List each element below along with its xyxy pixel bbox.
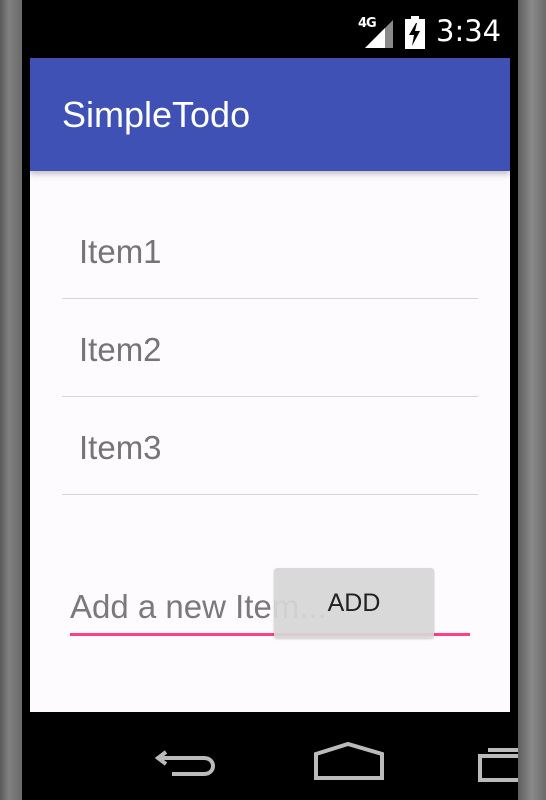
emulator-frame-right — [518, 0, 546, 800]
status-clock: 3:34 — [436, 14, 502, 48]
todo-list: Item1 Item2 Item3 — [62, 201, 478, 495]
status-bar: 4G 3:34 — [22, 0, 518, 58]
phone-screen: 4G 3:34 SimpleTodo Item1 Item2 Item3 Add… — [22, 0, 518, 800]
battery-charging-icon — [405, 16, 425, 49]
home-icon[interactable] — [310, 740, 390, 784]
list-item[interactable]: Item1 — [62, 201, 478, 299]
app-title: SimpleTodo — [62, 94, 251, 135]
add-item-button[interactable]: ADD — [274, 568, 434, 638]
list-item-label: Item2 — [79, 331, 162, 368]
list-item-label: Item3 — [79, 429, 162, 466]
list-item-label: Item1 — [79, 233, 162, 270]
emulator-frame-left — [0, 0, 22, 800]
list-item[interactable]: Item2 — [62, 299, 478, 397]
navigation-bar — [22, 712, 518, 800]
main-content: Item1 Item2 Item3 ADD — [30, 171, 510, 712]
back-icon[interactable] — [152, 740, 228, 784]
recents-icon[interactable] — [474, 740, 518, 784]
app-toolbar: SimpleTodo — [30, 58, 510, 171]
list-item[interactable]: Item3 — [62, 397, 478, 495]
signal-icon — [365, 20, 393, 48]
